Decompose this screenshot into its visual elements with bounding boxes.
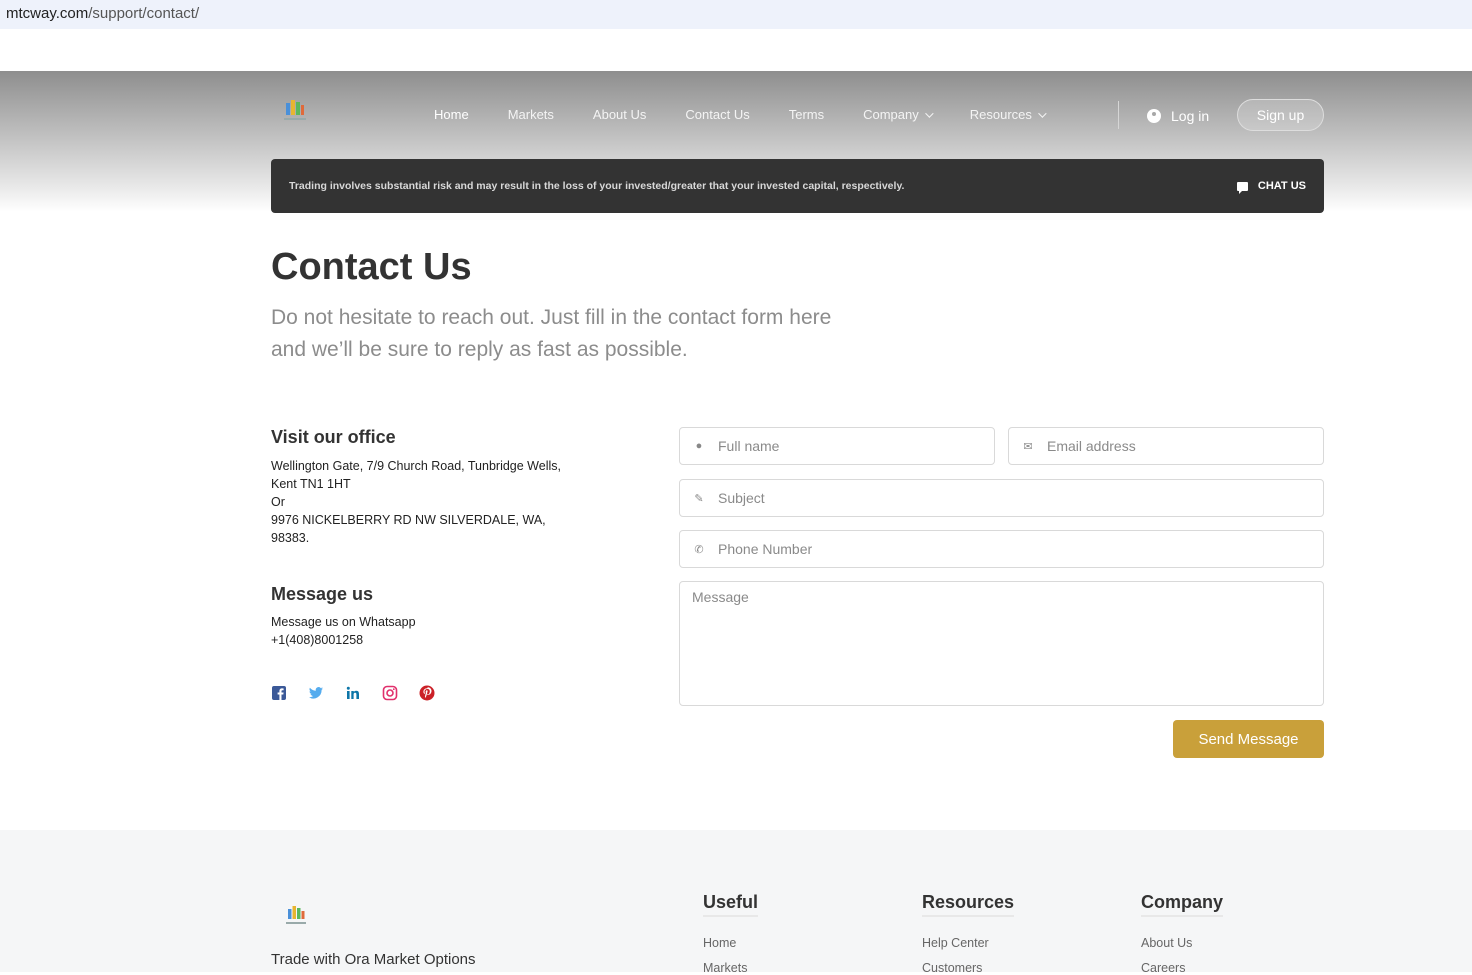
nav-markets-label: Markets — [507, 107, 554, 122]
site-footer: Trade with Ora Market Options Useful Hom… — [0, 830, 1472, 975]
signup-button[interactable]: Sign up — [1237, 99, 1324, 131]
nav-about-label: About Us — [592, 107, 647, 122]
page-title: Contact Us — [271, 246, 472, 288]
login-label: Log in — [1171, 108, 1210, 124]
message-heading: Message us — [271, 584, 374, 604]
nav-resources-dropdown[interactable]: Resources — [969, 107, 1047, 122]
footer-logo[interactable] — [283, 904, 309, 928]
top-spacer — [0, 29, 1472, 71]
address-line: Kent TN1 1HT — [271, 477, 351, 491]
site-header: Home Markets About Us Contact Us Terms C… — [0, 71, 1472, 213]
url-path: /support/contact/ — [88, 5, 200, 22]
address-line: 9976 NICKELBERRY RD NW SILVERDALE, WA, — [271, 513, 546, 527]
nav-company-label: Company — [863, 107, 919, 122]
footer-col-heading: Resources — [922, 892, 1015, 917]
nav-resources-label: Resources — [969, 107, 1032, 122]
user-circle-icon — [1147, 109, 1161, 123]
office-heading: Visit our office — [271, 427, 396, 447]
page-lead: Do not hesitate to reach out. Just fill … — [271, 302, 871, 366]
nav-contact-us[interactable]: Contact Us — [685, 107, 749, 122]
whatsapp-text: Message us on Whatsapp — [271, 615, 416, 629]
lead-line: and we’ll be sure to reply as fast as po… — [271, 338, 688, 361]
address-line: 98383. — [271, 531, 310, 545]
nav-home[interactable]: Home — [434, 107, 469, 122]
chat-us-button[interactable]: CHAT US — [1236, 180, 1306, 194]
email-input[interactable] — [1047, 438, 1319, 454]
nav-terms-label: Terms — [788, 107, 825, 122]
nav-terms[interactable]: Terms — [789, 107, 824, 122]
message-info: Message us on Whatsapp +1(408)8001258 — [271, 613, 416, 649]
footer-col-resources: Resources Help Center Customers — [922, 892, 1015, 975]
pencil-icon: ✎ — [694, 492, 704, 505]
footer-col-heading: Useful — [703, 892, 759, 917]
footer-link-help-center[interactable]: Help Center — [922, 936, 1014, 950]
url-domain: mtcway.com — [6, 5, 89, 22]
phone-field[interactable]: ✆ — [679, 530, 1324, 568]
pinterest-icon[interactable] — [419, 685, 435, 701]
lead-line: Do not hesitate to reach out. Just fill … — [271, 306, 832, 329]
office-address: Wellington Gate, 7/9 Church Road, Tunbri… — [271, 457, 581, 547]
nav-contact-label: Contact Us — [685, 107, 750, 122]
message-textarea[interactable] — [680, 582, 1323, 705]
facebook-icon[interactable] — [271, 685, 287, 701]
subject-field[interactable]: ✎ — [679, 479, 1324, 517]
subject-input[interactable] — [718, 490, 1286, 506]
user-icon: ● — [695, 440, 703, 452]
nav-home-label: Home — [434, 107, 469, 122]
nav-markets[interactable]: Markets — [508, 107, 554, 122]
chevron-down-icon — [1038, 108, 1047, 118]
risk-warning-banner: Trading involves substantial risk and ma… — [271, 159, 1324, 213]
main-nav: Home Markets About Us Contact Us Terms C… — [434, 107, 1083, 122]
footer-col-useful: Useful Home Markets — [703, 892, 759, 975]
email-field[interactable]: ✉ — [1008, 427, 1324, 465]
nav-company-dropdown[interactable]: Company — [863, 107, 934, 122]
send-message-label: Send Message — [1198, 730, 1299, 748]
full-name-input[interactable] — [718, 438, 990, 454]
nav-divider — [1118, 101, 1119, 129]
envelope-icon: ✉ — [1023, 440, 1033, 453]
footer-col-company: Company About Us Careers — [1141, 892, 1224, 975]
footer-link-markets[interactable]: Markets — [703, 961, 758, 975]
message-field[interactable] — [679, 581, 1324, 706]
phone-input[interactable] — [718, 541, 1286, 557]
chevron-down-icon — [924, 108, 934, 118]
footer-link-careers[interactable]: Careers — [1141, 961, 1223, 975]
twitter-icon[interactable] — [308, 685, 324, 701]
footer-link-about-us[interactable]: About Us — [1141, 936, 1223, 950]
whatsapp-number[interactable]: +1(408)8001258 — [271, 631, 416, 649]
chat-us-label: CHAT US — [1257, 180, 1306, 192]
phone-icon: ✆ — [694, 543, 704, 556]
footer-link-home[interactable]: Home — [703, 936, 758, 950]
site-logo[interactable] — [280, 97, 310, 125]
send-message-button[interactable]: Send Message — [1173, 720, 1324, 758]
risk-warning-text: Trading involves substantial risk and ma… — [289, 180, 905, 192]
signup-label: Sign up — [1256, 107, 1305, 123]
address-line: Or — [271, 495, 285, 509]
social-links — [271, 685, 456, 701]
address-bar[interactable]: mtcway.com/support/contact/ — [0, 0, 1472, 29]
login-link[interactable]: Log in — [1147, 108, 1209, 124]
instagram-icon[interactable] — [382, 685, 398, 701]
footer-col-heading: Company — [1141, 892, 1224, 917]
address-line: Wellington Gate, 7/9 Church Road, Tunbri… — [271, 459, 561, 473]
linkedin-icon[interactable] — [345, 685, 361, 701]
nav-about-us[interactable]: About Us — [593, 107, 646, 122]
footer-link-customers[interactable]: Customers — [922, 961, 1014, 975]
footer-tagline: Trade with Ora Market Options — [271, 951, 476, 968]
full-name-field[interactable]: ● — [679, 427, 995, 465]
chat-bubble-icon — [1236, 181, 1248, 194]
